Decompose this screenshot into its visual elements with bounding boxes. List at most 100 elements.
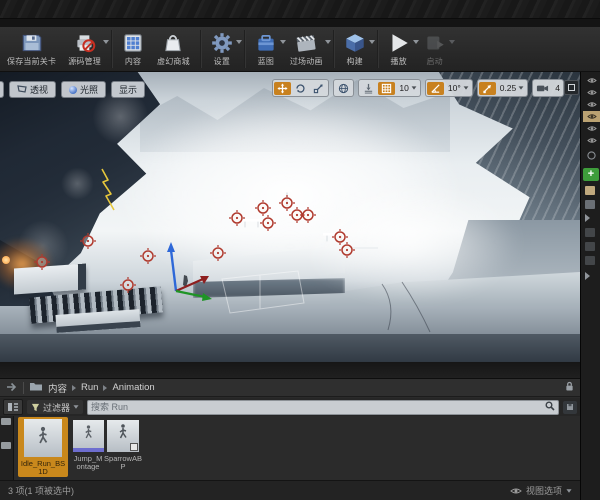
camera-icon — [537, 85, 549, 92]
tab-well-gap — [0, 19, 600, 27]
cinematics-button[interactable]: 过场动画 — [285, 27, 331, 71]
surface-snap-icon — [365, 83, 373, 94]
asset-tile-montage[interactable]: Jump_Montage — [72, 417, 104, 471]
angle-snap-icon — [431, 83, 440, 93]
world-coordinates-button[interactable] — [335, 82, 352, 95]
breadcrumb-folder[interactable]: Run — [81, 382, 98, 393]
chevron-down-icon — [368, 40, 375, 44]
sources-panel-splitter[interactable] — [0, 416, 14, 480]
scale-snap-value[interactable]: 0.25 — [497, 83, 527, 93]
section-expander-icon[interactable] — [585, 214, 590, 222]
move-tool-button[interactable] — [274, 81, 292, 95]
scale-snap-toggle[interactable] — [478, 81, 496, 95]
item-count-text: 3 项(1 项被选中) — [8, 486, 75, 496]
main-toolbar: 保存当前关卡 源码管理 内容 虚幻商城 设置 蓝图 过场动画 构建 播放 启动 — [0, 27, 600, 72]
toolbar-label: 过场动画 — [289, 57, 323, 66]
content-button[interactable]: 内容 — [116, 27, 152, 71]
search-input[interactable] — [91, 401, 542, 413]
transform-gizmo[interactable] — [167, 242, 212, 301]
build-button[interactable]: 构建 — [338, 27, 375, 71]
save-search-button[interactable] — [563, 400, 577, 414]
details-icon[interactable] — [585, 186, 595, 195]
asset-tile-anim-blueprint[interactable]: SparrowABP — [103, 417, 143, 471]
gear-icon — [210, 31, 234, 55]
camera-speed-button[interactable] — [534, 82, 551, 95]
camera-speed-value[interactable]: 4 — [552, 83, 562, 93]
transform-tools-group — [272, 79, 330, 97]
save-search-icon — [567, 404, 573, 410]
surface-snap-button[interactable] — [360, 82, 377, 95]
rotation-snap-value[interactable]: 10° — [445, 83, 471, 93]
source-control-icon — [73, 31, 97, 55]
visibility-eye-icon[interactable] — [583, 87, 600, 98]
perspective-button[interactable]: 透视 — [9, 81, 57, 98]
toolbar-separator — [111, 30, 114, 68]
visibility-eye-icon[interactable] — [583, 135, 600, 146]
maximize-icon — [568, 84, 575, 91]
eye-icon — [510, 488, 522, 493]
asset-name: Idle_Run_BS1D — [20, 459, 66, 476]
visibility-eye-icon[interactable] — [583, 99, 600, 110]
asset-thumbnail — [24, 419, 62, 457]
build-cube-icon — [343, 31, 367, 55]
breadcrumb-separator-icon — [72, 384, 77, 391]
grid-snap-value[interactable]: 10 — [396, 83, 418, 93]
visibility-eye-icon[interactable] — [583, 75, 600, 86]
right-dock-panel: + — [580, 72, 600, 500]
details-icon[interactable] — [585, 200, 595, 209]
content-browser: 内容 Run Animation 过滤器 搜索 Run Idle_Run_BS1… — [0, 362, 580, 500]
visibility-eye-icon[interactable] — [583, 123, 600, 134]
view-options-button[interactable]: 视图选项 — [510, 484, 572, 497]
asset-name: Jump_Montage — [73, 454, 103, 471]
add-component-button[interactable]: + — [583, 168, 599, 181]
asset-tile-blendspace[interactable]: Idle_Run_BS1D — [18, 417, 68, 477]
marketplace-bag-icon — [161, 31, 185, 55]
rotation-snap-toggle[interactable] — [426, 81, 444, 95]
maximize-viewport-button[interactable] — [564, 80, 579, 95]
rope-wires — [381, 281, 431, 333]
grid-snap-toggle[interactable] — [378, 81, 396, 95]
play-button[interactable]: 播放 — [382, 27, 419, 71]
breadcrumb-subfolder[interactable]: Animation — [112, 382, 154, 393]
section-expander-icon[interactable] — [585, 272, 590, 280]
source-control-button[interactable]: 源码管理 — [63, 27, 110, 71]
coord-system-group — [333, 79, 355, 97]
chevron-down-icon — [518, 86, 524, 90]
search-box — [87, 399, 559, 415]
content-icon — [121, 31, 145, 55]
rotate-tool-button[interactable] — [292, 82, 309, 95]
launch-button[interactable]: 启动 — [418, 27, 455, 71]
show-button[interactable]: 显示 — [111, 81, 146, 98]
scale-snap-group: 0.25 — [476, 79, 529, 97]
target-point-actors[interactable] — [33, 194, 356, 294]
toolbar-separator — [376, 30, 379, 68]
blueprints-button[interactable]: 蓝图 — [249, 27, 286, 71]
splitter-handle[interactable] — [1, 418, 11, 425]
save-level-button[interactable]: 保存当前关卡 — [2, 27, 63, 71]
filters-button[interactable]: 过滤器 — [27, 400, 84, 414]
breadcrumb-root[interactable]: 内容 — [48, 381, 67, 395]
toolbar-label: 构建 — [346, 57, 363, 66]
grid-snap-icon — [382, 83, 392, 93]
visibility-eye-icon-selected[interactable] — [583, 111, 600, 122]
toolbar-separator — [243, 30, 246, 68]
scale-tool-button[interactable] — [310, 82, 327, 95]
marketplace-button[interactable]: 虚幻商城 — [152, 27, 197, 71]
viewport-overlay — [33, 168, 431, 333]
asset-thumbnail — [72, 420, 104, 452]
chevron-down-icon — [324, 40, 331, 44]
viewport-options-button[interactable] — [0, 81, 4, 98]
toolbar-label: 保存当前关卡 — [7, 57, 57, 66]
chevron-down-icon — [411, 86, 417, 90]
splitter-handle[interactable] — [1, 442, 11, 449]
level-viewport[interactable]: 透视 光照 显示 10 10° 0.25 4 — [0, 72, 580, 362]
sources-panel-toggle-button[interactable] — [3, 399, 23, 415]
forward-arrow-icon[interactable] — [6, 379, 18, 397]
lit-mode-button[interactable]: 光照 — [61, 81, 107, 98]
list-icon — [8, 403, 18, 411]
lock-icon[interactable] — [565, 379, 574, 397]
settings-button[interactable]: 设置 — [205, 27, 242, 71]
toolbar-separator — [199, 30, 202, 68]
folder-icon — [29, 379, 43, 397]
asset-type-badge — [130, 443, 138, 451]
